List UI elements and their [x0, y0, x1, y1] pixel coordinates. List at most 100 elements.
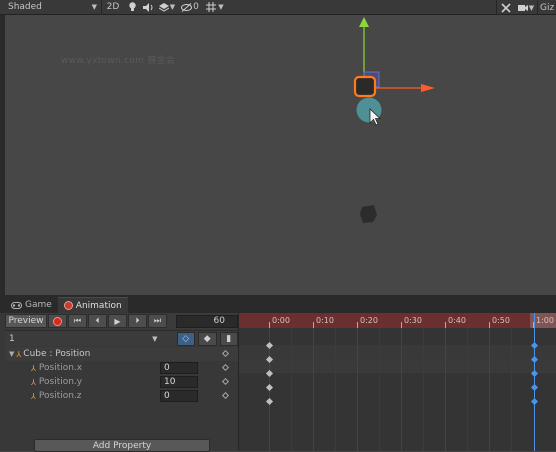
scene-cube — [360, 205, 377, 223]
tick-label: 0:20 — [360, 316, 378, 325]
shading-mode-dropdown[interactable]: Shaded ▼ — [0, 0, 101, 15]
next-keyframe-button[interactable]: ⏵ — [128, 314, 147, 328]
tick-label: 0:40 — [448, 316, 466, 325]
speaker-icon — [142, 2, 152, 12]
add-property-button[interactable]: Add Property — [34, 439, 210, 452]
playhead[interactable] — [534, 313, 535, 451]
gizmos-dropdown[interactable]: Giz — [538, 0, 556, 15]
dopesheet-summary-row — [239, 345, 556, 359]
keyframe-diamond-icon[interactable] — [265, 383, 274, 392]
first-keyframe-button[interactable]: ⏮ — [68, 314, 87, 328]
keyframe-diamond-icon[interactable] — [221, 377, 230, 386]
grid-line — [357, 328, 358, 451]
tab-strip: Game Animation — [0, 295, 556, 313]
keyframe-diamond-icon[interactable] — [221, 363, 230, 372]
tab-game[interactable]: Game — [5, 297, 58, 313]
timeline-ruler[interactable]: 0:00 0:10 0:20 0:30 0:40 0:50 1:00 — [239, 313, 556, 328]
current-frame-field[interactable]: 60 — [176, 314, 238, 328]
tab-animation-label: Animation — [75, 300, 122, 311]
effects-dropdown[interactable]: ▼ — [156, 0, 178, 15]
tab-animation[interactable]: Animation — [57, 297, 128, 313]
clip-dropdown[interactable]: 1 ▼ — [5, 331, 161, 346]
grid-line — [423, 328, 424, 451]
tick-label: 0:50 — [492, 316, 510, 325]
grid-dropdown[interactable]: ▼ — [202, 0, 228, 15]
keyframe-diamond-icon[interactable] — [221, 391, 230, 400]
transform-icon: ⅄ — [31, 363, 36, 373]
keyframe-mode-button[interactable]: ◇ — [176, 331, 195, 346]
play-button[interactable]: ▶ — [108, 314, 127, 328]
property-group-label: Cube : Position — [23, 349, 91, 359]
property-row[interactable]: ⅄ Position.y 10 — [5, 375, 238, 389]
grid-line — [489, 328, 490, 451]
2d-toggle-label: 2D — [106, 2, 120, 12]
lightbulb-icon — [128, 2, 136, 11]
hidden-count: 0 — [193, 2, 199, 12]
property-list: ▼ ⅄ Cube : Position ⅄ Position.x 0 ⅄ Pos… — [5, 347, 238, 403]
chevron-down-icon: ▼ — [152, 334, 158, 343]
tools-button[interactable] — [497, 0, 515, 15]
grid-line — [401, 328, 402, 451]
record-button[interactable] — [48, 314, 67, 328]
scene-viewport[interactable]: www.yxtown.com 赛金会 — [5, 15, 556, 295]
scene-toolbar: Shaded ▼ 2D ▼ 0 ▼ ▼ Giz — [0, 0, 556, 15]
dopesheet[interactable] — [239, 328, 556, 451]
tick-label: 0:10 — [316, 316, 334, 325]
shading-mode-label: Shaded — [8, 2, 42, 12]
grid-line — [335, 328, 336, 451]
camera-icon — [517, 4, 528, 11]
previous-keyframe-button[interactable]: ⏴ — [88, 314, 107, 328]
add-event-button[interactable]: ▮ — [219, 331, 238, 346]
grid-line — [313, 328, 314, 451]
animation-controls: Preview ⏮ ⏴ ▶ ⏵ ⏭ 60 1 ▼ ◇ ◆ ▮ ▼ ⅄ Cube … — [5, 313, 238, 452]
2d-toggle-button[interactable]: 2D — [102, 0, 124, 15]
grid-line — [511, 328, 512, 451]
event-marker-icon: ▮ — [226, 333, 232, 344]
keyframe-diamond-icon[interactable] — [265, 397, 274, 406]
property-label: Position.z — [38, 391, 82, 401]
selected-cube — [353, 75, 377, 98]
clip-row: 1 ▼ ◇ ◆ ▮ — [5, 330, 238, 346]
skip-to-start-icon: ⏮ — [73, 316, 82, 325]
skip-to-end-icon: ⏭ — [153, 316, 162, 325]
grid-icon — [206, 2, 217, 12]
property-value-field[interactable]: 0 — [160, 362, 198, 374]
property-group-row[interactable]: ▼ ⅄ Cube : Position — [5, 347, 238, 361]
keyframe-diamond-icon[interactable] — [221, 349, 230, 358]
eye-slash-icon — [181, 2, 193, 12]
add-keyframe-button[interactable]: ◆ — [198, 331, 217, 346]
record-icon — [53, 316, 62, 326]
tick-label: 0:30 — [404, 316, 422, 325]
play-icon: ▶ — [114, 316, 121, 326]
layers-icon — [158, 2, 169, 12]
grid-line — [291, 328, 292, 451]
grid-line — [467, 328, 468, 451]
preview-label: Preview — [8, 316, 44, 326]
property-value-field[interactable]: 0 — [160, 390, 198, 402]
property-label: Position.x — [38, 363, 83, 373]
last-keyframe-button[interactable]: ⏭ — [148, 314, 167, 328]
gizmos-label: Giz — [540, 2, 555, 13]
hidden-objects-toggle[interactable]: 0 — [178, 0, 202, 15]
property-row[interactable]: ⅄ Position.z 0 — [5, 389, 238, 403]
transform-icon: ⅄ — [31, 391, 36, 401]
expand-triangle-icon[interactable]: ▼ — [9, 350, 14, 358]
clip-name: 1 — [9, 333, 15, 344]
y-axis-arrow-icon — [359, 17, 369, 27]
tab-game-label: Game — [25, 300, 52, 310]
audio-toggle-button[interactable] — [140, 0, 156, 15]
keyframe-diamond-icon: ◇ — [182, 333, 190, 344]
scene-canvas — [353, 17, 435, 223]
property-value-field[interactable]: 10 — [160, 376, 198, 388]
property-row[interactable]: ⅄ Position.x 0 — [5, 361, 238, 375]
dopesheet-group-row — [239, 359, 556, 373]
wrench-cross-icon — [501, 2, 511, 13]
chevron-down-icon: ▼ — [91, 3, 97, 11]
lighting-toggle-button[interactable] — [124, 0, 140, 15]
camera-dropdown[interactable]: ▼ — [515, 0, 537, 15]
chevron-down-icon: ▼ — [218, 3, 224, 11]
timeline[interactable]: 0:00 0:10 0:20 0:30 0:40 0:50 1:00 — [238, 313, 556, 451]
chevron-down-icon: ▼ — [169, 3, 176, 11]
animation-panel: Game Animation Preview ⏮ ⏴ ▶ ⏵ ⏭ 60 1 ▼ … — [0, 295, 556, 452]
preview-button[interactable]: Preview — [5, 314, 47, 328]
